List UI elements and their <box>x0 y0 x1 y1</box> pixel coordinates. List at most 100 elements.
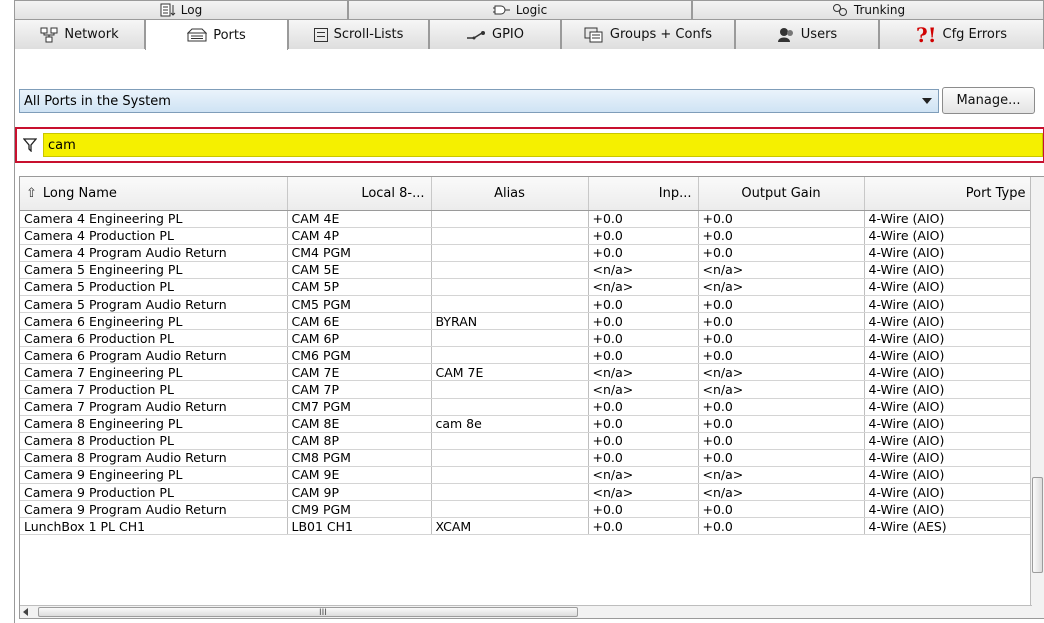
cell-input-gain[interactable]: +0.0 <box>588 346 699 365</box>
cell-output-gain[interactable]: <n/a> <box>698 466 865 485</box>
cell-output-gain[interactable]: +0.0 <box>698 346 865 365</box>
cell-output-gain[interactable]: <n/a> <box>698 278 865 296</box>
cell-port-type[interactable]: 4-Wire (AES) <box>864 517 1033 536</box>
cell-port-type[interactable]: 4-Wire (AIO) <box>864 261 1033 279</box>
cell-output-gain[interactable]: +0.0 <box>698 312 865 331</box>
cell-input-gain[interactable]: +0.0 <box>588 295 699 314</box>
cell-port-type[interactable]: 4-Wire (AIO) <box>864 227 1033 245</box>
column-header-long-name[interactable]: ⇧ Long Name <box>20 177 288 211</box>
cell-input-gain[interactable]: <n/a> <box>588 278 699 296</box>
cell-long-name[interactable]: Camera 9 Engineering PL <box>20 466 288 485</box>
table-row[interactable]: Camera 5 Production PL CAM 5P <n/a> <n/a> 4-… <box>20 278 1033 296</box>
cell-input-gain[interactable]: +0.0 <box>588 500 699 519</box>
cell-input-gain[interactable]: +0.0 <box>588 398 699 416</box>
horizontal-scrollbar[interactable]: III <box>20 605 1032 618</box>
cell-output-gain[interactable]: <n/a> <box>698 261 865 279</box>
cell-alias[interactable]: XCAM <box>431 517 589 536</box>
cell-port-type[interactable]: 4-Wire (AIO) <box>864 415 1033 433</box>
cell-local-name[interactable]: CAM 9P <box>287 483 432 502</box>
cell-input-gain[interactable]: +0.0 <box>588 449 699 467</box>
cell-output-gain[interactable]: +0.0 <box>698 517 865 536</box>
cell-local-name[interactable]: CAM 7P <box>287 380 432 399</box>
tab-logic[interactable]: Logic <box>348 0 692 19</box>
column-header-local-name[interactable]: Local 8-... <box>287 177 432 211</box>
cell-output-gain[interactable]: +0.0 <box>698 244 865 262</box>
vertical-scroll-thumb[interactable] <box>1032 477 1043 573</box>
cell-output-gain[interactable]: +0.0 <box>698 500 865 519</box>
cell-input-gain[interactable]: <n/a> <box>588 261 699 279</box>
scroll-left-icon[interactable] <box>23 608 28 616</box>
table-row[interactable]: Camera 5 Engineering PL CAM 5E <n/a> <n/a> 4… <box>20 261 1033 279</box>
cell-input-gain[interactable]: <n/a> <box>588 363 699 382</box>
cell-output-gain[interactable]: +0.0 <box>698 329 865 348</box>
cell-port-type[interactable]: 4-Wire (AIO) <box>864 500 1033 519</box>
table-row[interactable]: Camera 9 Production PL CAM 9P <n/a> <n/a> 4-… <box>20 483 1033 502</box>
cell-long-name[interactable]: Camera 7 Engineering PL <box>20 363 288 382</box>
cell-alias[interactable] <box>431 346 589 365</box>
table-row[interactable]: Camera 4 Production PL CAM 4P +0.0 +0.0 4-Wi… <box>20 227 1033 245</box>
cell-alias[interactable] <box>431 398 589 416</box>
tab-trunking[interactable]: Trunking <box>692 0 1044 19</box>
tab-scroll-lists[interactable]: Scroll-Lists <box>288 19 429 49</box>
cell-alias[interactable] <box>431 466 589 485</box>
cell-alias[interactable] <box>431 244 589 262</box>
column-header-alias[interactable]: Alias <box>431 177 589 211</box>
cell-alias[interactable]: cam 8e <box>431 415 589 433</box>
table-row[interactable]: Camera 8 Engineering PL CAM 8E cam 8e +0.0 +… <box>20 415 1033 433</box>
cell-port-type[interactable]: 4-Wire (AIO) <box>864 380 1033 399</box>
cell-long-name[interactable]: Camera 9 Production PL <box>20 483 288 502</box>
cell-long-name[interactable]: Camera 8 Engineering PL <box>20 415 288 433</box>
cell-local-name[interactable]: CAM 6P <box>287 329 432 348</box>
cell-alias[interactable] <box>431 432 589 450</box>
cell-input-gain[interactable]: +0.0 <box>588 244 699 262</box>
cell-local-name[interactable]: CAM 6E <box>287 312 432 331</box>
cell-output-gain[interactable]: <n/a> <box>698 380 865 399</box>
cell-alias[interactable]: CAM 7E <box>431 363 589 382</box>
cell-output-gain[interactable]: +0.0 <box>698 432 865 450</box>
cell-long-name[interactable]: Camera 6 Production PL <box>20 329 288 348</box>
cell-local-name[interactable]: CM9 PGM <box>287 500 432 519</box>
cell-long-name[interactable]: Camera 5 Engineering PL <box>20 261 288 279</box>
cell-input-gain[interactable]: <n/a> <box>588 466 699 485</box>
table-row[interactable]: Camera 7 Engineering PL CAM 7E CAM 7E <n/a>… <box>20 363 1033 382</box>
cell-long-name[interactable]: Camera 6 Program Audio Return <box>20 346 288 365</box>
table-row[interactable]: Camera 4 Engineering PL CAM 4E +0.0 +0.0 4-W… <box>20 210 1033 228</box>
cell-alias[interactable] <box>431 227 589 245</box>
cell-input-gain[interactable]: +0.0 <box>588 312 699 331</box>
cell-long-name[interactable]: Camera 4 Program Audio Return <box>20 244 288 262</box>
cell-long-name[interactable]: Camera 6 Engineering PL <box>20 312 288 331</box>
cell-output-gain[interactable]: +0.0 <box>698 415 865 433</box>
cell-port-type[interactable]: 4-Wire (AIO) <box>864 244 1033 262</box>
manage-button[interactable]: Manage... <box>942 87 1035 114</box>
cell-port-type[interactable]: 4-Wire (AIO) <box>864 432 1033 450</box>
cell-local-name[interactable]: CAM 4P <box>287 227 432 245</box>
table-row[interactable]: Camera 7 Program Audio Return CM7 PGM +0.0… <box>20 398 1033 416</box>
cell-input-gain[interactable]: <n/a> <box>588 380 699 399</box>
cell-long-name[interactable]: Camera 9 Program Audio Return <box>20 500 288 519</box>
tab-network[interactable]: Network <box>14 19 145 49</box>
cell-local-name[interactable]: CM8 PGM <box>287 449 432 467</box>
table-row[interactable]: Camera 9 Program Audio Return CM9 PGM +0.0… <box>20 500 1033 519</box>
cell-local-name[interactable]: CAM 5E <box>287 261 432 279</box>
cell-output-gain[interactable]: +0.0 <box>698 295 865 314</box>
cell-input-gain[interactable]: +0.0 <box>588 329 699 348</box>
tab-gpio[interactable]: GPIO <box>429 19 561 49</box>
chevron-down-icon[interactable] <box>922 98 932 104</box>
table-row[interactable]: Camera 6 Production PL CAM 6P +0.0 +0.0 4-Wi… <box>20 329 1033 348</box>
cell-long-name[interactable]: Camera 5 Production PL <box>20 278 288 296</box>
cell-local-name[interactable]: CAM 7E <box>287 363 432 382</box>
cell-alias[interactable] <box>431 278 589 296</box>
cell-input-gain[interactable]: +0.0 <box>588 517 699 536</box>
cell-output-gain[interactable]: <n/a> <box>698 363 865 382</box>
cell-output-gain[interactable]: +0.0 <box>698 227 865 245</box>
vertical-scrollbar[interactable] <box>1030 177 1044 618</box>
horizontal-scroll-thumb[interactable]: III <box>38 607 578 618</box>
cell-alias[interactable] <box>431 483 589 502</box>
cell-local-name[interactable]: CAM 5P <box>287 278 432 296</box>
cell-output-gain[interactable]: +0.0 <box>698 210 865 228</box>
cell-input-gain[interactable]: +0.0 <box>588 415 699 433</box>
table-row[interactable]: LunchBox 1 PL CH1 LB01 CH1 XCAM +0.0 +0.0 4-W… <box>20 517 1033 536</box>
cell-port-type[interactable]: 4-Wire (AIO) <box>864 210 1033 228</box>
cell-input-gain[interactable]: +0.0 <box>588 432 699 450</box>
cell-long-name[interactable]: Camera 7 Program Audio Return <box>20 398 288 416</box>
